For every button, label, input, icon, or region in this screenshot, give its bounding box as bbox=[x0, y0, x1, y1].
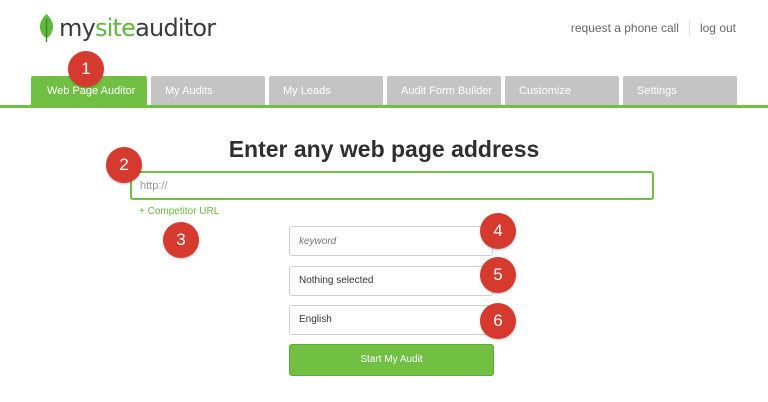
tab-my-audits[interactable]: My Audits bbox=[151, 76, 265, 105]
annotation-badge-3: 3 bbox=[163, 222, 199, 258]
tab-customize[interactable]: Customize bbox=[505, 76, 619, 105]
url-input[interactable] bbox=[130, 171, 654, 200]
tab-my-leads[interactable]: My Leads bbox=[269, 76, 383, 105]
annotation-badge-6: 6 bbox=[480, 303, 516, 339]
location-select-value: Nothing selected bbox=[299, 275, 374, 286]
annotation-badge-5: 5 bbox=[480, 257, 516, 293]
logo[interactable]: mysiteauditor bbox=[38, 12, 216, 44]
language-select[interactable]: English bbox=[289, 305, 493, 335]
language-select-value: English bbox=[299, 314, 332, 325]
keyword-input[interactable] bbox=[289, 226, 493, 256]
annotation-badge-2: 2 bbox=[106, 147, 142, 183]
start-audit-button[interactable]: Start My Audit bbox=[289, 344, 494, 376]
divider bbox=[688, 20, 690, 36]
top-links: request a phone call log out bbox=[571, 20, 736, 36]
leaf-icon bbox=[39, 14, 54, 42]
log-out-link[interactable]: log out bbox=[700, 21, 736, 35]
logo-text: mysiteauditor bbox=[59, 14, 216, 42]
main-tabs: Web Page Auditor My Audits My Leads Audi… bbox=[31, 76, 741, 105]
tab-underline bbox=[0, 105, 768, 108]
annotation-badge-4: 4 bbox=[480, 213, 516, 249]
annotation-badge-1: 1 bbox=[68, 51, 104, 87]
location-select[interactable]: Nothing selected bbox=[289, 266, 493, 296]
competitor-url-link[interactable]: + Competitor URL bbox=[139, 206, 219, 217]
request-phone-call-link[interactable]: request a phone call bbox=[571, 21, 679, 35]
tab-settings[interactable]: Settings bbox=[623, 76, 737, 105]
tab-audit-form-builder[interactable]: Audit Form Builder bbox=[387, 76, 501, 105]
